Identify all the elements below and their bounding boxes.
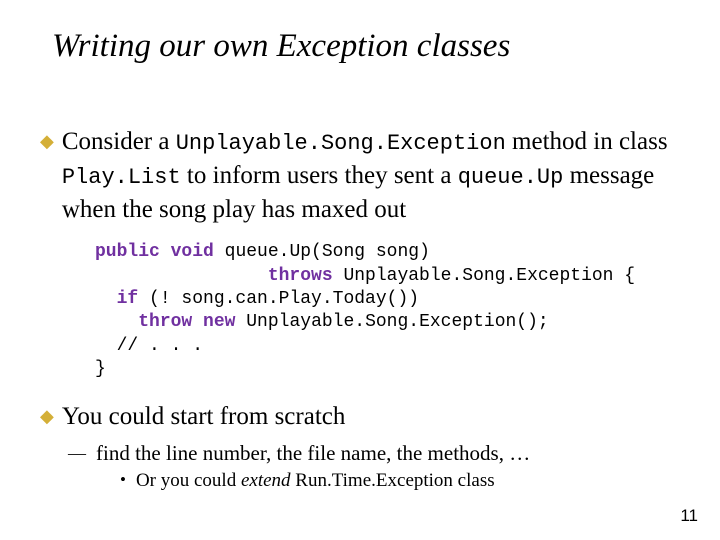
dash-icon: — <box>68 443 86 464</box>
sub-sub-bullet-1: • Or you could extend Run.Time.Exception… <box>120 470 680 492</box>
bullet-1-text: Consider a Unplayable.Song.Exception met… <box>62 125 680 226</box>
sub-bullet-1-text: find the line number, the file name, the… <box>96 441 530 466</box>
diamond-icon: ◆ <box>40 131 54 152</box>
slide-title: Writing our own Exception classes <box>52 28 680 65</box>
bullet-2-text: You could start from scratch <box>62 400 346 434</box>
diamond-icon: ◆ <box>40 406 54 427</box>
page-number: 11 <box>680 506 698 526</box>
sub-bullet-1: — find the line number, the file name, t… <box>68 441 680 466</box>
sub-sub-bullet-1-text: Or you could extend Run.Time.Exception c… <box>136 470 495 492</box>
code-block: public void queue.Up(Song song) throws U… <box>95 241 680 381</box>
bullet-item-2: ◆ You could start from scratch <box>40 400 680 434</box>
bullet-dot-icon: • <box>120 470 126 490</box>
bullet-item-1: ◆ Consider a Unplayable.Song.Exception m… <box>40 125 680 226</box>
